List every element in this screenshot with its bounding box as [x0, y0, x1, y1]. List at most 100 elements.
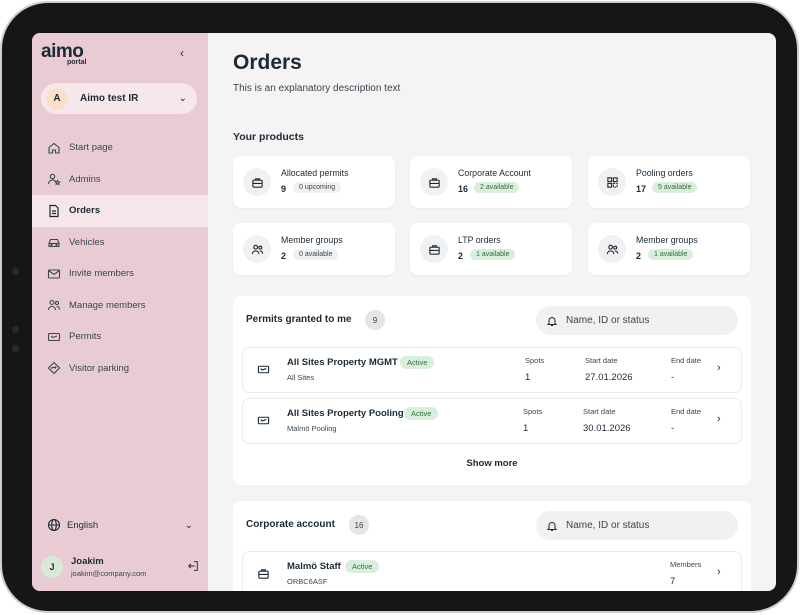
bag-icon [255, 565, 271, 581]
product-card-member-groups[interactable]: Member groups 2 0 available [233, 223, 395, 275]
search-box[interactable] [536, 306, 738, 335]
document-icon [47, 204, 61, 218]
search-box[interactable] [536, 511, 738, 540]
permit-row[interactable]: All Sites Property Pooling Malmö Pooling… [242, 398, 742, 444]
start-date-value: 30.01.2026 [583, 423, 631, 434]
search-input[interactable] [564, 314, 728, 327]
sidebar-item-label: Visitor parking [69, 362, 130, 374]
members-header: Members [670, 560, 702, 569]
product-badge: 0 upcoming [293, 182, 342, 193]
sidebar-item-permits[interactable]: Permits [32, 321, 208, 353]
language-selector[interactable]: English ⌄ [47, 518, 193, 532]
chevron-down-icon: ⌄ [178, 93, 187, 104]
spots-value: 1 [525, 372, 531, 383]
product-badge: 5 available [652, 182, 698, 193]
members-value: 7 [670, 576, 676, 587]
chevron-right-icon: › [717, 362, 721, 374]
sidebar-item-label: Invite members [69, 268, 134, 280]
chevron-right-icon: › [717, 413, 721, 425]
bag-icon [420, 235, 448, 263]
permit-site: All Sites [287, 373, 315, 382]
language-label: English [67, 519, 99, 531]
user-email: joakim@company.com [71, 569, 147, 578]
product-badge: 1 available [648, 249, 694, 260]
hardware-button [12, 326, 19, 333]
product-card-pooling-orders[interactable]: Pooling orders 17 5 available [588, 156, 750, 208]
admins-icon [47, 172, 61, 186]
product-card-allocated-permits[interactable]: Allocated permits 9 0 upcoming [233, 156, 395, 208]
sidebar-item-label: Vehicles [69, 236, 105, 248]
ticket-icon [255, 412, 271, 428]
end-date-header: End date [671, 356, 702, 365]
spots-header: Spots [523, 407, 543, 416]
sidebar-item-start-page[interactable]: Start page [32, 132, 208, 164]
home-icon [47, 141, 61, 155]
corporate-row[interactable]: Malmö Staff ORBC6ASF Active Members 7 › [242, 551, 742, 591]
user-info: Joakim joakim@company.com [71, 556, 187, 578]
avatar: J [41, 556, 63, 578]
organization-selector[interactable]: A Aimo test IR ⌄ [41, 83, 197, 114]
show-more-button[interactable]: Show more [233, 458, 751, 469]
logo-subtitle: portal [67, 59, 87, 66]
product-card-member-groups[interactable]: Member groups 2 1 available [588, 223, 750, 275]
search-input[interactable] [564, 519, 728, 532]
status-badge: Active [345, 560, 380, 573]
sidebar-item-admins[interactable]: Admins [32, 164, 208, 196]
logout-icon[interactable] [187, 560, 199, 575]
org-avatar: A [46, 87, 68, 110]
product-card-corporate-account[interactable]: Corporate Account 16 2 available [410, 156, 572, 208]
end-date-header: End date [671, 407, 702, 416]
collapse-sidebar-button[interactable]: ‹ [180, 46, 184, 60]
permit-name: All Sites Property MGMT [287, 357, 398, 368]
main-content: Orders This is an explanatory descriptio… [208, 33, 776, 591]
chevron-left-icon: ‹ [180, 46, 184, 60]
spots-value: 1 [523, 423, 529, 434]
sidebar-item-vehicles[interactable]: Vehicles [32, 227, 208, 259]
account-id: ORBC6ASF [287, 577, 328, 586]
permits-panel: Permits granted to me 9 All Sites Proper… [233, 296, 751, 485]
users-icon [598, 235, 626, 263]
product-label: Allocated permits [281, 168, 349, 178]
chevron-right-icon: › [717, 566, 721, 578]
end-date-value: - [671, 423, 675, 434]
sidebar-item-label: Manage members [69, 299, 146, 311]
sidebar-item-manage-members[interactable]: Manage members [32, 290, 208, 322]
product-count: 16 [458, 184, 469, 194]
org-name: Aimo test IR [80, 93, 139, 104]
product-label: LTP orders [458, 235, 501, 245]
sidebar-nav: Start page Admins Orders Vehicles Invite… [32, 132, 208, 384]
start-date-header: Start date [585, 356, 618, 365]
product-count: 2 [458, 251, 464, 261]
sidebar-item-visitor-parking[interactable]: Visitor parking [32, 353, 208, 385]
mail-icon [47, 267, 61, 281]
logo[interactable]: aimo portal [41, 41, 86, 66]
product-count: 2 [636, 251, 642, 261]
product-label: Corporate Account [458, 168, 531, 178]
product-label: Member groups [281, 235, 343, 245]
sidebar-item-orders[interactable]: Orders [32, 195, 208, 227]
user-name: Joakim [71, 556, 104, 567]
product-count: 9 [281, 184, 287, 194]
sidebar-item-label: Admins [69, 173, 101, 185]
page-description: This is an explanatory description text [233, 83, 401, 94]
hardware-button [12, 345, 19, 352]
count-badge: 16 [349, 515, 369, 535]
sidebar-item-invite-members[interactable]: Invite members [32, 258, 208, 290]
car-icon [47, 235, 61, 249]
camera-dot [12, 268, 19, 275]
panel-title: Permits granted to me [246, 314, 352, 325]
account-name: Malmö Staff [287, 561, 341, 572]
product-badge: 2 available [474, 182, 520, 193]
product-card-ltp-orders[interactable]: LTP orders 2 1 available [410, 223, 572, 275]
product-label: Pooling orders [636, 168, 693, 178]
product-badge: 0 available [293, 249, 339, 260]
screen: aimo portal ‹ A Aimo test IR ⌄ Start pag… [32, 33, 776, 591]
permit-name: All Sites Property Pooling [287, 408, 404, 419]
ticket-icon [47, 330, 61, 344]
user-profile[interactable]: J Joakim joakim@company.com [41, 556, 199, 578]
permit-row[interactable]: All Sites Property MGMT All Sites Active… [242, 347, 742, 393]
sidebar-item-label: Orders [69, 205, 101, 217]
product-count: 2 [281, 251, 287, 261]
count-badge: 9 [365, 310, 385, 330]
ticket-icon [255, 361, 271, 377]
